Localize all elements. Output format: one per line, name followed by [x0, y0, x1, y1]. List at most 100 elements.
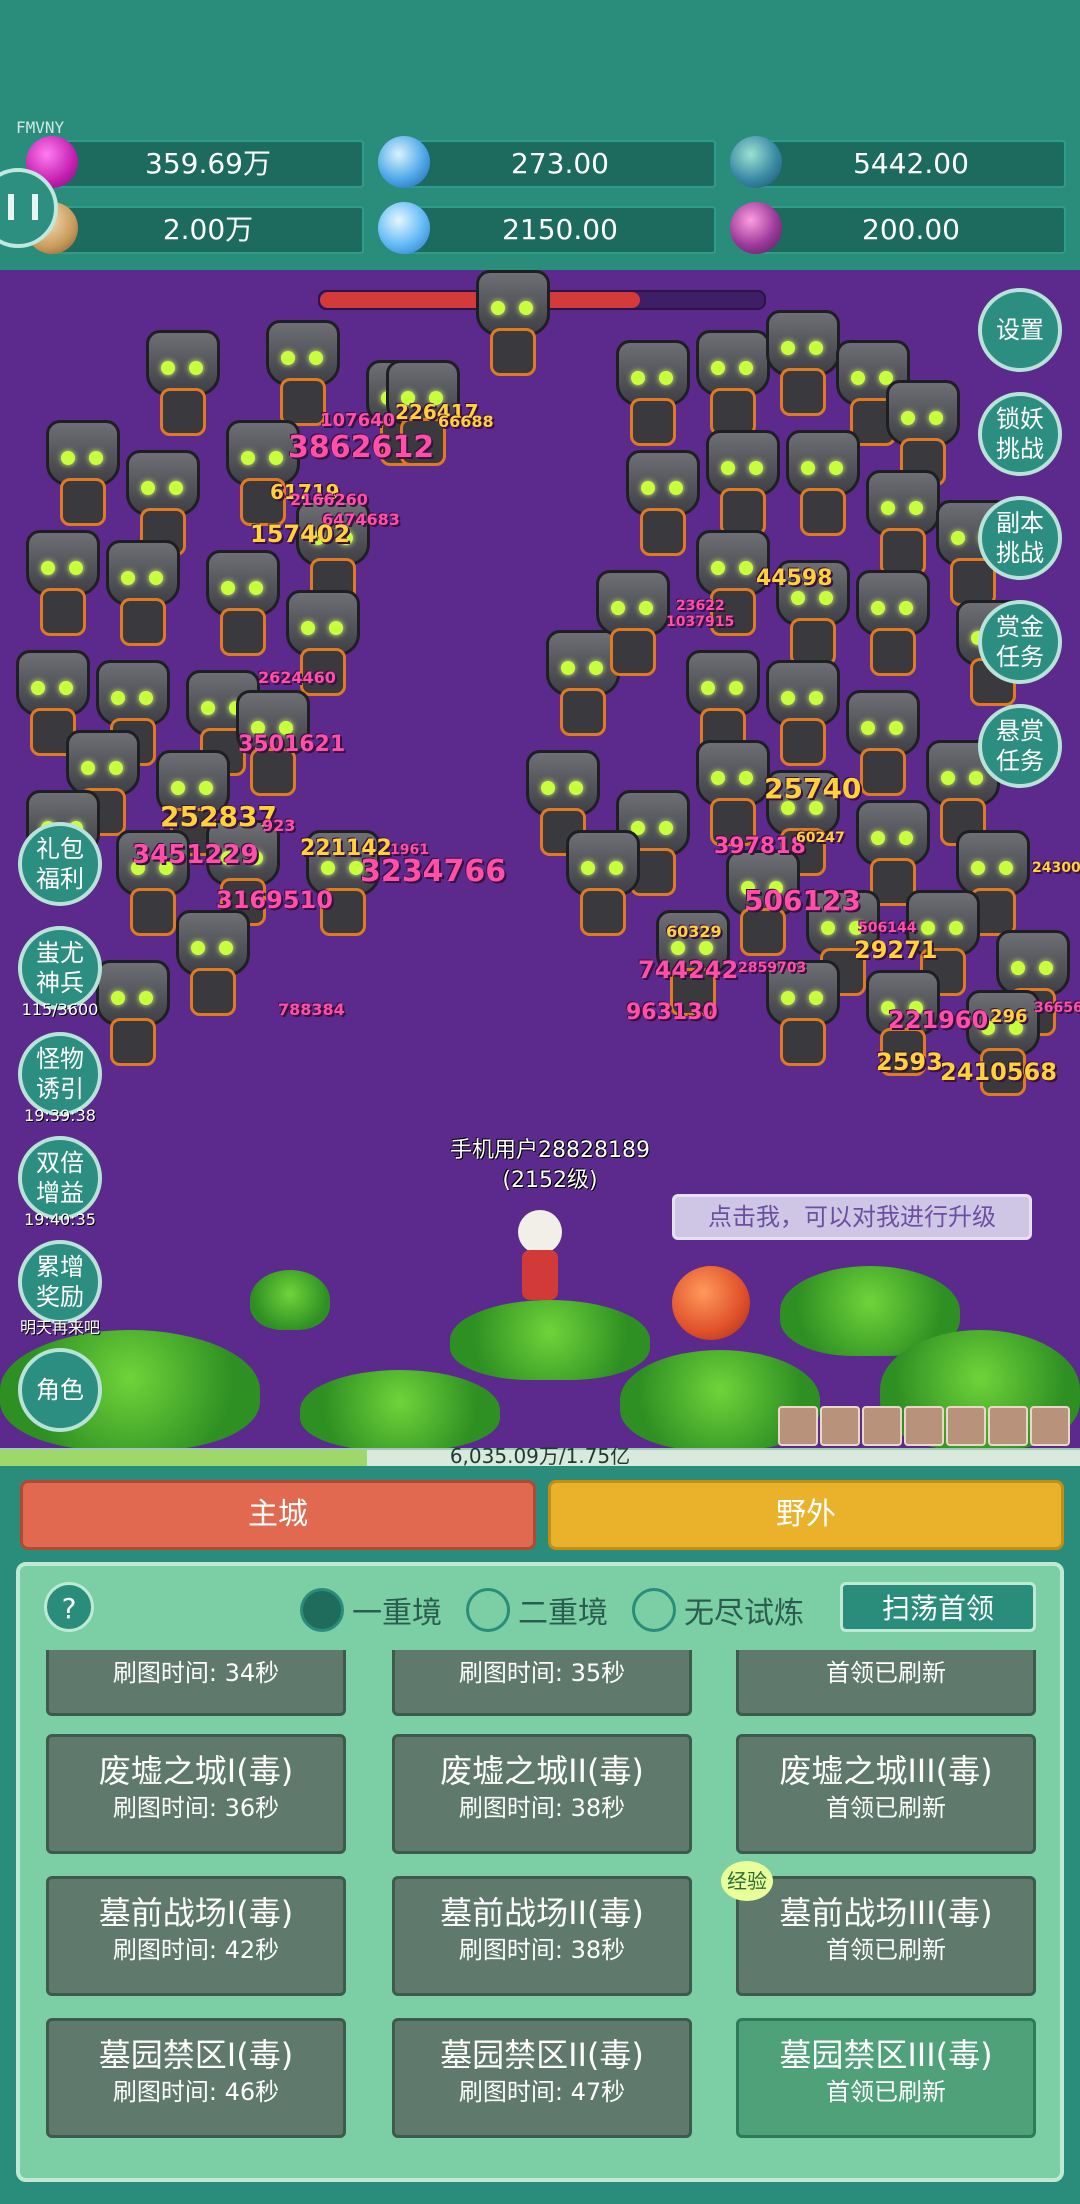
damage-number: 2166260: [290, 490, 368, 509]
sweep-boss-button[interactable]: 扫荡首领: [840, 1582, 1036, 1632]
menu-label-line: 奖励: [36, 1283, 84, 1311]
menu-label-line: 赏金: [996, 613, 1044, 641]
stage-card[interactable]: 废墟之城I(毒) 刷图时间: 36秒: [46, 1734, 346, 1854]
server-tag: FMVNY: [16, 118, 65, 137]
damage-number: 24300: [1032, 860, 1080, 876]
damage-number: 107640: [320, 410, 396, 431]
settings-label: 设置: [996, 316, 1044, 344]
resource-crystal-value: 2150.00: [502, 213, 618, 246]
skull-robot-enemy: [610, 340, 690, 446]
exp-text: 6,035.09万/1.75亿: [449, 1444, 631, 1468]
settings-button[interactable]: 设置: [978, 288, 1062, 372]
damage-number: 744242: [638, 956, 739, 984]
character-button[interactable]: 角色: [18, 1348, 102, 1432]
bag-icon: [730, 202, 782, 254]
skull-robot-enemy: [470, 270, 550, 376]
bounty-task-button[interactable]: 赏金 任务: [978, 600, 1062, 684]
menu-label-line: 增益: [36, 1179, 84, 1207]
stage-card[interactable]: 废墟之城II(毒) 刷图时间: 38秒: [392, 1734, 692, 1854]
damage-number: 923: [262, 816, 296, 835]
stage-card[interactable]: 墓园禁区I(毒) 刷图时间: 46秒: [46, 2018, 346, 2138]
stage-name: 墓前战场II(毒): [440, 1894, 644, 1932]
double-buff-button[interactable]: 双倍 增益: [18, 1136, 102, 1220]
player-body: [522, 1250, 558, 1300]
damage-number: 3234766: [360, 854, 507, 889]
player-level: (2152级): [502, 1168, 598, 1193]
top-bar: FMVNY 359.69万 273.00 5442.00 2.00万 2150.…: [0, 0, 1080, 270]
stage-card[interactable]: 废墟之城III(毒) 首领已刷新: [736, 1734, 1036, 1854]
skull-robot-enemy: [760, 660, 840, 766]
damage-number: 36656: [1034, 1000, 1080, 1016]
buff-icon: [778, 1406, 818, 1446]
damage-number: 3169510: [216, 886, 333, 914]
realm-radio-2[interactable]: 二重境: [466, 1586, 608, 1634]
stage-card[interactable]: 经验 墓前战场III(毒) 首领已刷新: [721, 1861, 1036, 1996]
orb-icon: [378, 136, 430, 188]
battle-scene[interactable]: 107640 226417 66688 3862612 61719 2166260 6474…: [0, 270, 1080, 1448]
cumulative-reward-button[interactable]: 累增 奖励: [18, 1240, 102, 1324]
upgrade-hint[interactable]: 点击我，可以对我进行升级: [672, 1194, 1032, 1240]
radio-label: 一重境: [352, 1596, 442, 1631]
stage-card[interactable]: 刷图时间: 35秒: [392, 1650, 692, 1716]
stage-name: 墓园禁区III(毒): [779, 2036, 993, 2074]
exp-badge: 经验: [721, 1861, 773, 1901]
radio-dot: [632, 1588, 676, 1632]
gift-pack-button[interactable]: 礼包 福利: [18, 822, 102, 906]
player-name: 手机用户28828189: [450, 1138, 650, 1163]
pet-character[interactable]: [672, 1266, 750, 1340]
stage-card[interactable]: 首领已刷新: [736, 1650, 1036, 1716]
damage-number: 23622: [676, 598, 725, 614]
stage-status: 刷图时间: 38秒: [458, 1794, 626, 1822]
wild-tab[interactable]: 野外: [548, 1480, 1064, 1550]
menu-label-line: 副本: [996, 509, 1044, 537]
radio-label: 无尽试炼: [684, 1596, 804, 1631]
resource-scroll: 2.00万: [26, 202, 364, 254]
dungeon-challenge-button[interactable]: 副本 挑战: [978, 496, 1062, 580]
help-button[interactable]: ?: [44, 1582, 94, 1632]
chiyou-weapon-button[interactable]: 蚩尤 神兵: [18, 926, 102, 1010]
menu-label-line: 任务: [996, 747, 1044, 775]
stage-card-selected[interactable]: 墓园禁区III(毒) 首领已刷新: [736, 2018, 1036, 2138]
skull-robot-enemy: [760, 310, 840, 416]
stage-card[interactable]: 墓园禁区II(毒) 刷图时间: 47秒: [392, 2018, 692, 2138]
player-character[interactable]: [500, 1210, 580, 1320]
damage-number: 25740: [764, 772, 862, 805]
radio-dot: [300, 1588, 344, 1632]
stage-name: 废墟之城I(毒): [98, 1752, 294, 1790]
stage-name: 墓前战场I(毒): [98, 1894, 294, 1932]
buff-icon: [862, 1406, 902, 1446]
stage-name: 废墟之城III(毒): [779, 1752, 993, 1790]
stage-name: 废墟之城II(毒): [440, 1752, 644, 1790]
skull-robot-enemy: [560, 830, 640, 936]
bush: [250, 1270, 330, 1330]
reward-task-button[interactable]: 悬赏 任务: [978, 704, 1062, 788]
realm-radio-1[interactable]: 一重境: [300, 1586, 442, 1634]
stage-card[interactable]: 刷图时间: 34秒: [46, 1650, 346, 1716]
damage-number: 2410568: [940, 1058, 1057, 1086]
menu-label-line: 怪物: [36, 1045, 84, 1073]
demon-lock-challenge-button[interactable]: 锁妖 挑战: [978, 392, 1062, 476]
damage-number: 788384: [278, 1000, 345, 1019]
damage-number: 60247: [796, 830, 845, 846]
skull-robot-enemy: [850, 800, 930, 906]
endless-trial-radio[interactable]: 无尽试炼: [632, 1586, 804, 1634]
resource-globe: 5442.00: [730, 136, 1066, 188]
buff-icon: [946, 1406, 986, 1446]
buff-icon: [988, 1406, 1028, 1446]
damage-number: 157402: [250, 520, 351, 548]
radio-label: 二重境: [518, 1596, 608, 1631]
player-nameplate: 手机用户28828189 (2152级): [420, 1136, 680, 1196]
double-buff-timer: 19:40:35: [24, 1210, 96, 1229]
menu-label-line: 礼包: [36, 835, 84, 863]
damage-number: 506123: [744, 884, 861, 917]
main-city-tab[interactable]: 主城: [20, 1480, 536, 1550]
monster-lure-button[interactable]: 怪物 诱引: [18, 1032, 102, 1116]
skull-robot-enemy: [690, 740, 770, 846]
stage-card[interactable]: 墓前战场I(毒) 刷图时间: 42秒: [46, 1876, 346, 1996]
damage-number: 66688: [438, 412, 494, 431]
stage-card[interactable]: 墓前战场II(毒) 刷图时间: 38秒: [392, 1876, 692, 1996]
player-head: [518, 1210, 562, 1254]
skull-robot-enemy: [120, 450, 200, 556]
resource-globe-value: 5442.00: [853, 147, 969, 180]
damage-number: 296: [990, 1006, 1028, 1027]
